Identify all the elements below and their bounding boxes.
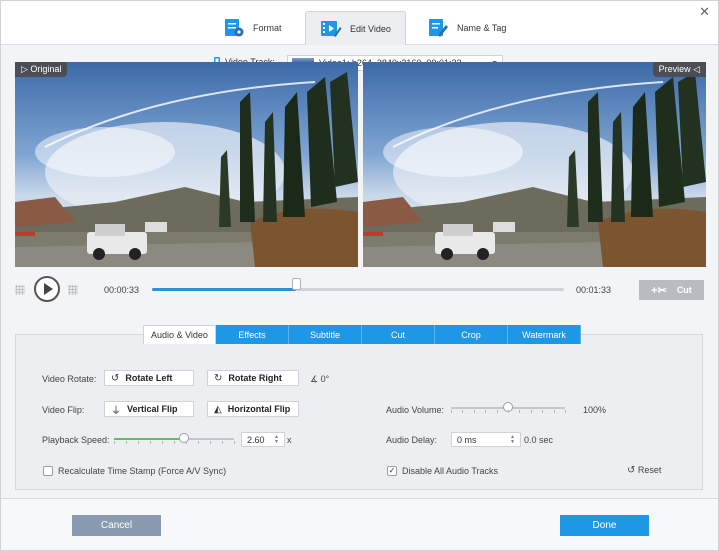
rotate-right-icon: ↻	[214, 372, 223, 384]
reset-button[interactable]: ↺ Reset	[627, 465, 661, 476]
play-button[interactable]	[34, 276, 60, 302]
tab-name-tag[interactable]: Name & Tag	[413, 11, 520, 45]
tab-audio-video[interactable]: Audio & Video	[143, 325, 216, 344]
slider-tick	[542, 410, 544, 413]
slider-tick	[234, 441, 235, 444]
playback-speed-label: Playback Speed:	[42, 435, 110, 445]
tab-effects[interactable]: Effects	[216, 325, 289, 344]
slider-tick	[473, 410, 475, 413]
playback-speed-fill	[114, 438, 184, 440]
tab-crop[interactable]: Crop	[435, 325, 508, 344]
playback-speed-slider[interactable]	[114, 433, 235, 444]
tab-name-tag-label: Name & Tag	[457, 23, 507, 33]
slider-tick	[462, 410, 464, 413]
angle-icon: ∡	[310, 374, 319, 384]
disable-audio-checkbox[interactable]: ✓	[387, 466, 397, 476]
slider-tick	[222, 441, 223, 444]
slider-tick	[150, 441, 151, 444]
slider-tick	[565, 410, 566, 413]
vertical-flip-button[interactable]: ⏚ Vertical Flip	[104, 401, 194, 417]
tab-edit-video[interactable]: Edit Video	[305, 11, 406, 45]
format-icon	[225, 19, 244, 37]
tab-edit-video-label: Edit Video	[350, 23, 391, 34]
tab-format-label: Format	[253, 23, 282, 33]
original-tag: ▷ Original	[15, 62, 68, 77]
rotate-left-button[interactable]: ↺ Rotate Left	[104, 370, 194, 386]
name-tag-icon	[429, 19, 448, 37]
close-icon[interactable]: ✕	[699, 4, 710, 20]
audio-volume-slider[interactable]	[451, 402, 566, 413]
preview-tag: Preview ◁	[652, 62, 706, 77]
edit-video-dialog: Format Edit Video Name & Tag ✕ Video Tra	[0, 0, 719, 551]
slider-tick	[530, 410, 532, 413]
slider-tick	[553, 410, 555, 413]
left-grip-icon	[15, 285, 25, 295]
original-video-pane: ▷ Original	[15, 62, 358, 267]
horizontal-flip-icon: ◭	[214, 403, 222, 415]
top-tab-bar: Format Edit Video Name & Tag ✕	[1, 1, 718, 45]
slider-tick	[138, 441, 139, 444]
video-frame	[15, 62, 358, 267]
slider-tick	[174, 441, 175, 444]
recalculate-label: Recalculate Time Stamp (Force A/V Sync)	[58, 466, 227, 476]
settings-tabs: Audio & Video Effects Subtitle Cut Crop …	[143, 325, 581, 344]
slider-tick	[186, 441, 187, 444]
progress-fill	[152, 288, 297, 291]
slider-tick	[162, 441, 163, 444]
stepper-icon[interactable]: ▲ ▼	[274, 434, 279, 445]
slider-tick	[210, 441, 211, 444]
cut-button[interactable]: +✂ Cut	[639, 280, 704, 300]
stepper-icon[interactable]: ▲ ▼	[510, 434, 515, 445]
preview-video-pane: Preview ◁	[363, 62, 706, 267]
reset-icon: ↺	[627, 465, 636, 476]
scissors-icon: +✂	[651, 284, 667, 297]
disable-audio-label: Disable All Audio Tracks	[402, 466, 499, 476]
rotate-right-button[interactable]: ↻ Rotate Right	[207, 370, 299, 386]
slider-tick	[485, 410, 487, 413]
done-button[interactable]: Done	[560, 515, 649, 536]
rotate-angle: ∡ 0°	[310, 374, 330, 384]
video-flip-label: Video Flip:	[42, 405, 85, 415]
audio-volume-label: Audio Volume:	[386, 405, 445, 415]
tab-watermark[interactable]: Watermark	[508, 325, 581, 344]
tab-subtitle[interactable]: Subtitle	[289, 325, 362, 344]
slider-tick	[114, 441, 115, 444]
playback-speed-input[interactable]: 2.60 ▲ ▼	[241, 432, 285, 447]
video-frame	[363, 62, 706, 267]
slider-tick	[451, 410, 452, 413]
rotate-left-icon: ↺	[111, 372, 120, 384]
cancel-button[interactable]: Cancel	[72, 515, 161, 536]
speed-unit: x	[287, 435, 292, 445]
play-icon	[44, 283, 53, 295]
slider-tick	[496, 410, 498, 413]
total-time: 00:01:33	[576, 285, 612, 295]
progress-handle[interactable]	[292, 278, 302, 290]
horizontal-flip-button[interactable]: ◭ Horizontal Flip	[207, 401, 299, 417]
recalculate-checkbox[interactable]	[43, 466, 53, 476]
right-grip-icon	[68, 285, 78, 295]
audio-delay-label: Audio Delay:	[386, 435, 438, 445]
playback-progress-bar[interactable]	[152, 278, 564, 291]
audio-delay-seconds: 0.0 sec	[524, 435, 554, 445]
slider-tick	[126, 441, 127, 444]
playback-speed-handle[interactable]	[178, 433, 189, 443]
slider-tick	[508, 410, 509, 413]
audio-volume-value: 100%	[583, 405, 607, 415]
video-rotate-label: Video Rotate:	[42, 374, 97, 384]
audio-delay-input[interactable]: 0 ms ▲ ▼	[451, 432, 521, 447]
vertical-flip-icon: ⏚	[111, 405, 121, 417]
tab-cut[interactable]: Cut	[362, 325, 435, 344]
edit-video-icon	[321, 20, 342, 37]
slider-tick	[519, 410, 521, 413]
slider-tick	[198, 441, 199, 444]
tab-format[interactable]: Format	[209, 11, 296, 45]
current-time: 00:00:33	[104, 285, 140, 295]
